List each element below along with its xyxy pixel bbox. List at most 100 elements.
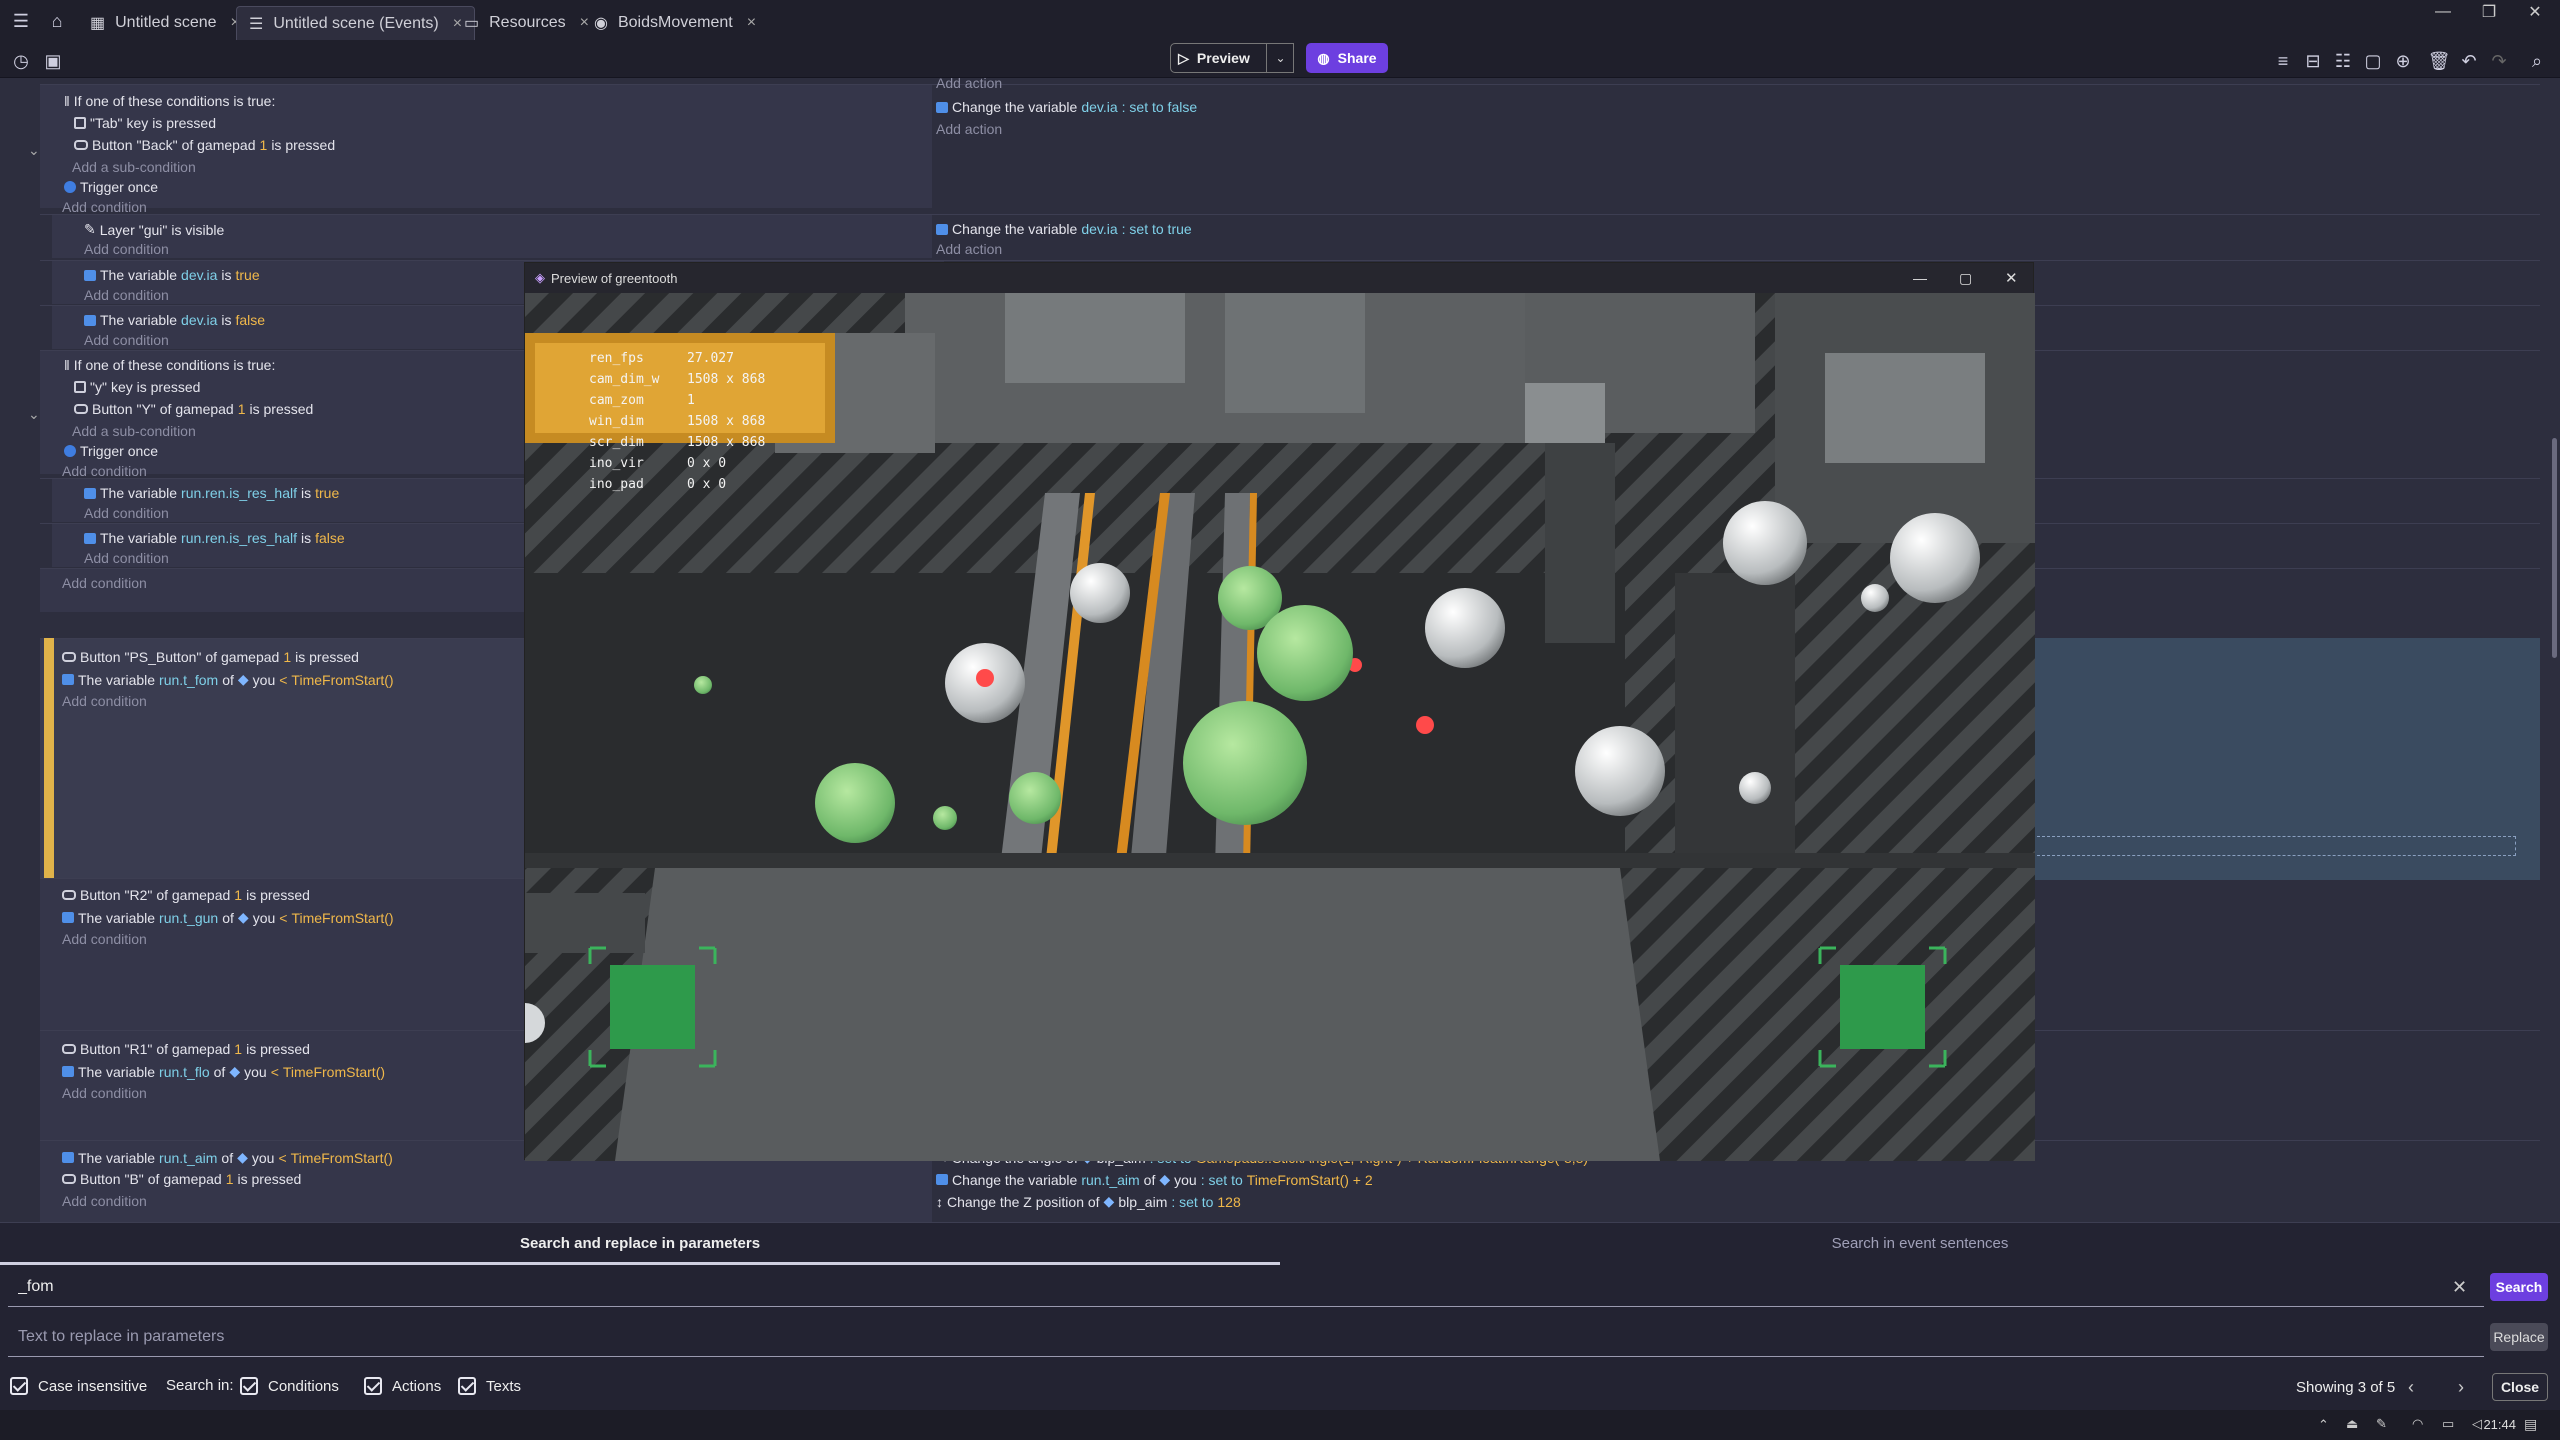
minimize-icon[interactable]: —: [1913, 270, 1927, 286]
action-change-z[interactable]: ↕ Change the Z position of ◆ blp_aim: set t…: [936, 1193, 1241, 1210]
stat-key: win_dim: [589, 414, 644, 429]
game-canvas[interactable]: ren_fps 27.027 cam_dim_w 1508 x 868 cam_zom 1…: [525, 293, 2035, 1161]
tray-chevron-icon[interactable]: ⌃: [2318, 1417, 2329, 1433]
home-icon[interactable]: ⌂: [44, 8, 70, 34]
condition-variable[interactable]: The variable run.t_aim of ◆ you < TimeFromStar…: [62, 1149, 393, 1166]
search-button[interactable]: Search: [2490, 1273, 2548, 1301]
add-event-icon[interactable]: ≡: [2270, 48, 2296, 74]
condition-layer-visible[interactable]: ✎ Layer "gui" is visible: [84, 221, 224, 238]
add-condition-link[interactable]: Add condition: [62, 1193, 147, 1209]
close-window-icon[interactable]: ✕: [2512, 0, 2558, 24]
maximize-icon[interactable]: ❐: [2466, 0, 2512, 24]
condition-button[interactable]: Button "PS_Button" of gamepad 1 is pressed: [62, 649, 359, 665]
condition-variable[interactable]: The variable run.ren.is_res_half is false: [84, 530, 345, 546]
actions-checkbox[interactable]: Actions: [364, 1377, 441, 1395]
redo-icon[interactable]: ↷: [2486, 48, 2512, 74]
add-action-link[interactable]: Add action: [936, 241, 1002, 257]
next-result-icon[interactable]: ›: [2458, 1377, 2464, 1398]
stat-value: 1508 x 868: [687, 435, 766, 450]
action-change-variable[interactable]: Change the variable dev.ia: set to true: [936, 221, 1192, 237]
add-condition-link[interactable]: Add condition: [84, 287, 169, 303]
add-sub-condition-link[interactable]: Add a sub-condition: [72, 423, 196, 439]
stat-key: ino_vir: [589, 456, 644, 471]
search-icon[interactable]: ⌕: [2524, 48, 2550, 74]
maximize-icon[interactable]: ▢: [1959, 270, 1972, 287]
condition-button[interactable]: Button "R1" of gamepad 1 is pressed: [62, 1041, 310, 1057]
replace-button[interactable]: Replace: [2490, 1323, 2548, 1351]
close-button[interactable]: Close: [2492, 1373, 2548, 1401]
prev-result-icon[interactable]: ‹: [2408, 1377, 2414, 1398]
delete-icon[interactable]: 🗑: [2426, 48, 2452, 74]
minimize-icon[interactable]: —: [2420, 0, 2466, 24]
stat-value: 1508 x 868: [687, 414, 766, 429]
add-condition-link[interactable]: Add condition: [62, 931, 147, 947]
pen-icon[interactable]: ✎: [2376, 1416, 2387, 1432]
add-condition-link[interactable]: Add condition: [84, 241, 169, 257]
condition-variable[interactable]: The variable run.t_gun of ◆ you < TimeFromStar…: [62, 909, 394, 926]
close-icon[interactable]: ×: [747, 14, 756, 32]
add-condition-link[interactable]: Add condition: [62, 463, 147, 479]
add-condition-link[interactable]: Add condition: [62, 575, 147, 591]
clear-icon[interactable]: ✕: [2452, 1277, 2467, 1298]
action-change-variable[interactable]: Change the variable dev.ia: set to false: [936, 99, 1197, 115]
add-condition-link[interactable]: Add condition: [62, 1085, 147, 1101]
add-comment-icon[interactable]: ☷: [2330, 48, 2356, 74]
tab-search-sentences[interactable]: Search in event sentences: [1280, 1235, 2560, 1265]
close-icon[interactable]: ✕: [2005, 269, 2018, 287]
tab-untitled-scene-events[interactable]: ☰ Untitled scene (Events) ×: [236, 6, 476, 40]
add-condition-link[interactable]: Add condition: [62, 693, 147, 709]
condition-key[interactable]: "y" key is pressed: [74, 379, 200, 395]
add-condition-link[interactable]: Add condition: [84, 550, 169, 566]
undo-icon[interactable]: ↶: [2456, 48, 2482, 74]
scrollbar-thumb[interactable]: [2552, 438, 2557, 658]
variable-icon: [84, 314, 96, 326]
condition-variable[interactable]: The variable dev.ia is true: [84, 267, 260, 283]
event-row[interactable]: ‖ If one of these conditions is true: "Ta…: [40, 78, 2540, 215]
texts-checkbox[interactable]: Texts: [458, 1377, 521, 1395]
condition-button[interactable]: Button "Y" of gamepad 1 is pressed: [74, 401, 313, 417]
replace-input[interactable]: [8, 1317, 2484, 1357]
add-subevent-icon[interactable]: ⊟: [2300, 48, 2326, 74]
condition-button[interactable]: Button "B" of gamepad 1 is pressed: [62, 1171, 301, 1187]
add-sub-condition-link[interactable]: Add a sub-condition: [72, 159, 196, 175]
preview-title-bar[interactable]: ◈ Preview of greentooth — ▢ ✕: [525, 263, 2033, 293]
project-icon[interactable]: ▣: [40, 48, 66, 74]
battery-icon[interactable]: ▭: [2442, 1416, 2454, 1432]
condition-variable[interactable]: The variable dev.ia is false: [84, 312, 265, 328]
condition-variable[interactable]: The variable run.t_fom of ◆ you < TimeFromStar…: [62, 671, 394, 688]
condition-variable[interactable]: The variable run.t_flo of ◆ you < TimeFromStar…: [62, 1063, 385, 1080]
tab-boids-movement[interactable]: ◉ BoidsMovement ×: [582, 6, 768, 40]
condition-trigger-once[interactable]: Trigger once: [64, 443, 158, 459]
usb-icon[interactable]: ⏏: [2346, 1416, 2358, 1432]
wifi-icon[interactable]: ◠: [2412, 1416, 2423, 1432]
collapse-chevron-icon[interactable]: ⌄: [28, 406, 40, 423]
add-condition-link[interactable]: Add condition: [84, 332, 169, 348]
condition-button[interactable]: Button "Back" of gamepad 1 is pressed: [74, 137, 335, 153]
condition-variable[interactable]: The variable run.ren.is_res_half is true: [84, 485, 339, 501]
add-action-link[interactable]: Add action: [936, 121, 1002, 137]
menu-icon[interactable]: ☰: [8, 8, 34, 34]
add-condition-link[interactable]: Add condition: [84, 505, 169, 521]
preview-dropdown-chevron-icon[interactable]: ⌄: [1266, 43, 1294, 73]
event-row[interactable]: ✎ Layer "gui" is visible Add condition Chan…: [40, 214, 2540, 258]
case-insensitive-checkbox[interactable]: Case insensitive: [10, 1377, 147, 1395]
search-input[interactable]: [8, 1267, 2484, 1307]
tab-search-params[interactable]: Search and replace in parameters: [0, 1235, 1280, 1265]
condition-button[interactable]: Button "R2" of gamepad 1 is pressed: [62, 887, 310, 903]
add-condition-link[interactable]: Add condition: [62, 199, 147, 215]
add-icon[interactable]: ⊕: [2390, 48, 2416, 74]
share-button[interactable]: ◍ Share: [1306, 43, 1388, 73]
preview-window[interactable]: ◈ Preview of greentooth — ▢ ✕ ren_fps 27…: [524, 262, 2035, 1161]
conditions-checkbox[interactable]: Conditions: [240, 1377, 339, 1395]
object-icon: ◆: [229, 1063, 241, 1079]
action-change-variable[interactable]: Change the variable run.t_aim of ◆ you: set …: [936, 1171, 1373, 1188]
tab-resources[interactable]: ▭ Resources ×: [452, 6, 601, 40]
condition-trigger-once[interactable]: Trigger once: [64, 179, 158, 195]
collapse-chevron-icon[interactable]: ⌄: [28, 142, 40, 159]
history-icon[interactable]: ◷: [8, 48, 34, 74]
notification-icon[interactable]: ▤: [2524, 1416, 2537, 1433]
add-action-link[interactable]: Add action: [936, 78, 1002, 91]
condition-key[interactable]: "Tab" key is pressed: [74, 115, 216, 131]
comment-icon[interactable]: ▢: [2360, 48, 2386, 74]
tab-untitled-scene[interactable]: ▦ Untitled scene ×: [78, 6, 252, 40]
